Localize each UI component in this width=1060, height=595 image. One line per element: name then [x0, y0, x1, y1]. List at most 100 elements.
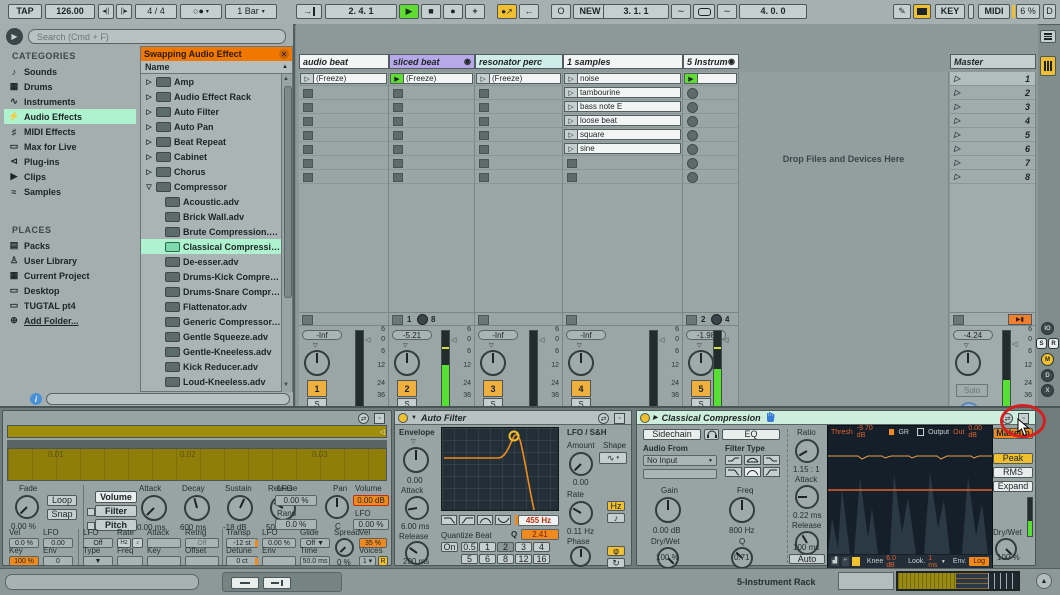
hot-swap-icon[interactable]: ⇄: [358, 413, 369, 424]
arrangement-view-toggle[interactable]: [1040, 30, 1056, 43]
list-item[interactable]: ▷Auto Filter: [141, 104, 283, 119]
clip-stop-button[interactable]: [687, 116, 698, 127]
clip-slot[interactable]: ▷(Freeze): [475, 72, 562, 86]
follow-button[interactable]: →: [296, 4, 322, 19]
quantize-5[interactable]: 5: [461, 554, 478, 564]
clip-slot[interactable]: [683, 156, 738, 170]
device-activator[interactable]: [398, 413, 408, 423]
sidechain-toggle[interactable]: Sidechain: [643, 429, 701, 440]
pan-knob[interactable]: [304, 350, 330, 376]
browser-scrollbar[interactable]: ▲ ▼: [281, 74, 292, 392]
mixer-toggle-r[interactable]: R: [1048, 338, 1059, 349]
clip-play-icon-active[interactable]: ▶: [685, 74, 698, 83]
punch-out-icon[interactable]: ∼: [717, 4, 737, 19]
clip-slot[interactable]: [475, 142, 562, 156]
clip-stop-button[interactable]: [687, 130, 698, 141]
clip-slot[interactable]: [299, 156, 388, 170]
tempo-field[interactable]: 126.00: [45, 4, 95, 19]
clip-stop-button[interactable]: [479, 145, 489, 154]
rate-hz-button[interactable]: Hz: [607, 501, 625, 511]
device-chain-selection[interactable]: [896, 571, 1020, 591]
meter-peak-value[interactable]: -Inf: [302, 330, 342, 340]
stop-all-clips-button[interactable]: [392, 315, 403, 325]
place-item-tugtal-pt4[interactable]: ▭TUGTAL pt4: [4, 298, 136, 313]
clip-slot[interactable]: [389, 156, 474, 170]
clip-stop-button[interactable]: [479, 117, 489, 126]
clip-stop-button[interactable]: [393, 173, 403, 182]
list-item[interactable]: Gentle Squeeze.adv: [141, 329, 283, 344]
device-view-toggle[interactable]: [263, 577, 291, 589]
list-item[interactable]: ▷Amp: [141, 74, 283, 89]
expand-icon[interactable]: ▷: [145, 93, 153, 101]
sidechain-listen-icon[interactable]: [704, 429, 719, 440]
clip-play-icon[interactable]: ▷: [565, 116, 578, 125]
quantize-8[interactable]: 8: [497, 554, 514, 564]
clip[interactable]: ▶: [684, 73, 737, 84]
eq-toggle[interactable]: EQ: [722, 429, 780, 440]
stop-all-clips-button[interactable]: [302, 315, 313, 325]
clip-stop-button[interactable]: [303, 159, 313, 168]
clip-slot[interactable]: ▷bass note E: [563, 100, 682, 114]
lowpass-icon[interactable]: [441, 515, 457, 525]
name-column-header[interactable]: Name ▲: [141, 61, 292, 74]
env-sustain-knob[interactable]: [227, 495, 253, 521]
expand-icon[interactable]: ▷: [145, 123, 153, 131]
thresh-value[interactable]: -9.70 dB: [857, 425, 880, 439]
loop-switch-icon[interactable]: [693, 4, 715, 19]
scene-play-icon[interactable]: ▷: [954, 172, 960, 181]
highpass-icon[interactable]: [459, 515, 475, 525]
scene-slot[interactable]: ▷5: [950, 128, 1035, 142]
clip-slot[interactable]: [475, 100, 562, 114]
loop-start-field[interactable]: 3. 1. 1: [603, 4, 669, 19]
clip-slot[interactable]: [683, 170, 738, 184]
rate-note-button[interactable]: ♪: [607, 513, 625, 523]
clip[interactable]: ▷bass note E: [564, 101, 681, 112]
lfo-amount-knob[interactable]: [569, 452, 593, 476]
lowpass-icon[interactable]: [725, 467, 742, 477]
clip[interactable]: ▶(Freeze): [390, 73, 473, 84]
clip-slot[interactable]: ▶: [683, 72, 738, 86]
freq-knob[interactable]: [729, 497, 755, 523]
shape-select[interactable]: ∿▾: [599, 452, 627, 464]
capture-new-button[interactable]: NEW: [573, 4, 607, 19]
clip-stop-button[interactable]: [567, 173, 577, 182]
clip-play-icon[interactable]: ▷: [565, 88, 578, 97]
stop-all-clips-button[interactable]: [686, 315, 697, 325]
save-preset-icon[interactable]: ▫: [614, 413, 625, 424]
list-item[interactable]: Brick Wall.adv: [141, 209, 283, 224]
record-button[interactable]: ●: [443, 4, 463, 19]
clip-slot[interactable]: ▷noise: [563, 72, 682, 86]
tap-button[interactable]: TAP: [8, 4, 42, 19]
clip-stop-button[interactable]: [303, 117, 313, 126]
meter-peak-value[interactable]: -Inf: [566, 330, 606, 340]
glide-time-field[interactable]: 50.0 ms: [300, 556, 330, 566]
list-item[interactable]: ▷Auto Pan: [141, 119, 283, 134]
expand-icon[interactable]: ▷: [145, 78, 153, 86]
clip-play-icon[interactable]: ▷: [565, 144, 578, 153]
compressor-display[interactable]: Thresh -9.70 dB GR Output Out 0.00 dB ▟ …: [827, 425, 993, 569]
clip-play-icon[interactable]: ▷: [477, 74, 490, 83]
highpass-icon[interactable]: [763, 467, 780, 477]
place-item-current-project[interactable]: ▦Current Project: [4, 268, 136, 283]
stop-all-clips-button[interactable]: [953, 315, 964, 325]
tab-volume[interactable]: Volume: [95, 491, 137, 503]
track-header-1[interactable]: audio beat: [299, 54, 389, 69]
device-chain-thumb-4[interactable]: [988, 573, 1018, 589]
pan-knob[interactable]: [480, 350, 506, 376]
draw-mode-button[interactable]: ✎: [893, 4, 911, 19]
rate-knob[interactable]: [569, 501, 593, 525]
filter-q-field[interactable]: 2.41: [521, 529, 559, 540]
clip[interactable]: ▷sine: [564, 143, 681, 154]
quantize-0.5[interactable]: 0.5: [461, 542, 478, 552]
scene-slot[interactable]: ▷6: [950, 142, 1035, 156]
track-number-button[interactable]: 5: [691, 380, 711, 397]
track-header-5[interactable]: 5 Instrume◉: [683, 54, 739, 69]
quantize-on-button[interactable]: On: [441, 542, 458, 552]
clip-slot[interactable]: [683, 114, 738, 128]
clip-slot[interactable]: [299, 128, 388, 142]
track-header-3[interactable]: resonator perc: [475, 54, 563, 69]
scene-play-icon[interactable]: ▷: [954, 116, 960, 125]
clip-stop-button[interactable]: [479, 173, 489, 182]
clip-stop-button[interactable]: [303, 173, 313, 182]
key-map-button[interactable]: KEY: [935, 4, 965, 19]
